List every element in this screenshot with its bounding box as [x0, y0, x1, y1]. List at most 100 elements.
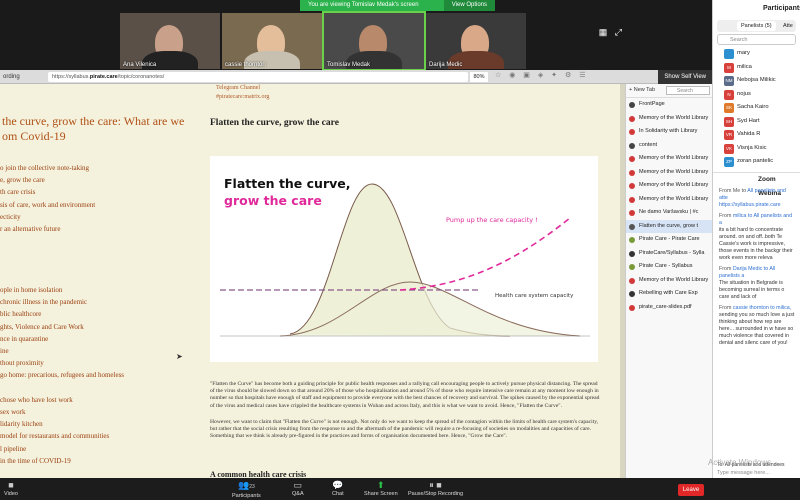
tab-search-input[interactable]: Search	[666, 86, 710, 95]
chat-link[interactable]: https://syllabus.pirate.care	[719, 202, 781, 208]
participants-panel: Participants Panelists (5) Atte Search m…	[712, 0, 800, 478]
tab-item[interactable]: Ne damo Varšavsku | #c	[626, 206, 712, 220]
tab-item[interactable]: Memory of the World Library	[626, 166, 712, 180]
toc-item[interactable]	[0, 235, 200, 247]
toc-item[interactable]: chronic illness in the pandemic	[0, 296, 200, 308]
extension-icons[interactable]: ☆ ◉ ▣ ◈ ✦ ⚙ ☰	[495, 71, 588, 79]
new-tab-button[interactable]: + New Tab	[629, 87, 655, 93]
toc-item[interactable]: in the time of COVID-19	[0, 455, 200, 467]
zoom-level[interactable]: 80%	[470, 72, 488, 82]
participants-count: 23	[249, 484, 255, 490]
chat-text: sending you so much love a just thinking…	[719, 311, 795, 346]
toc-item[interactable]: blic healthcore	[0, 308, 200, 320]
toc-item[interactable]: lidarity kitchen	[0, 418, 200, 430]
record-label: Pause/Stop Recording	[408, 491, 464, 497]
participant-name: Nebojsa Milikic	[737, 77, 776, 83]
record-button[interactable]: ⏸ ■ Pause/Stop Recording	[408, 480, 463, 497]
participant-row[interactable]: VK Visnja Kisic	[713, 142, 800, 156]
video-button[interactable]: ■ Video	[4, 480, 18, 497]
tab-item[interactable]: Pirate Care - Syllabus	[626, 260, 712, 274]
tab-list: FrontPage Memory of the World Library In S…	[626, 98, 712, 314]
video-tile[interactable]: Ana Vilenica	[120, 13, 220, 69]
tab-label: Pirate Care - Pirate Care	[639, 236, 700, 242]
toc-item[interactable]: th care crisis	[0, 186, 200, 198]
participant-row[interactable]: Mmilica	[713, 61, 800, 75]
toc-item[interactable]: thout proximity	[0, 357, 200, 369]
toc-item[interactable]	[0, 260, 200, 272]
web-page: the curve, grow the care: What are we om…	[0, 84, 625, 478]
article: Telegram Channel #piratecare:matrix.org …	[210, 84, 605, 478]
chat-text: its a bit hard to concentrate around. on…	[719, 226, 793, 261]
toc-item[interactable]: sex work	[0, 406, 200, 418]
telegram-link[interactable]: Telegram Channel	[216, 84, 605, 93]
fullscreen-icon[interactable]: ⤢	[615, 27, 622, 37]
gallery-view-icon[interactable]: ▦	[599, 27, 608, 37]
toc-item[interactable]: sis of care, work and environment	[0, 199, 200, 211]
participant-row[interactable]: VR Vahida R	[713, 128, 800, 142]
tab-item[interactable]: Rebelling with Care Exp	[626, 287, 712, 301]
tab-item[interactable]: content	[626, 139, 712, 153]
view-options-button[interactable]: View Options	[443, 0, 495, 11]
leave-button[interactable]: Leave	[678, 484, 704, 496]
favicon-icon	[629, 196, 635, 203]
tab-panelists[interactable]: Panelists (5)	[737, 21, 776, 31]
tab-item[interactable]: Memory of the World Library	[626, 152, 712, 166]
address-bar[interactable]: https://syllabus.pirate.care/topic/coron…	[48, 72, 468, 82]
video-tile-name: Darija Medic	[429, 62, 463, 68]
participant-row[interactable]: NM Nebojsa Milikic	[713, 74, 800, 88]
participant-row[interactable]: SH Syd Hart	[713, 115, 800, 129]
tab-item[interactable]: FrontPage	[626, 98, 712, 112]
favicon-icon	[629, 210, 635, 216]
tab-sidebar: + New Tab Search FrontPage Memory of the …	[625, 84, 712, 478]
tab-item[interactable]: Pirate Care - Pirate Care	[626, 233, 712, 247]
toc-item[interactable]: e, grow the care	[0, 174, 200, 186]
toc-item[interactable]: ople in home isolation	[0, 284, 200, 296]
toc-item[interactable]	[0, 382, 200, 394]
tab-item[interactable]: Memory of the World Library	[626, 193, 712, 207]
tab-item[interactable]: Memory of the World Library	[626, 274, 712, 288]
participant-name: nojus	[737, 90, 751, 97]
recording-label: ording	[3, 74, 20, 80]
toc-item[interactable]: o join the collective note-taking	[0, 162, 200, 174]
video-tile[interactable]: Darija Medic	[426, 13, 526, 69]
tab-item[interactable]: PirateCare/Syllabus - Sylla	[626, 247, 712, 261]
share-screen-button[interactable]: ⬆ Share Screen	[364, 480, 398, 497]
chat-button[interactable]: 💬 Chat	[332, 480, 344, 497]
tab-item[interactable]: Memory of the World Library	[626, 179, 712, 193]
toc-item[interactable]: ecticity	[0, 211, 200, 223]
toc-item[interactable]: ine	[0, 345, 200, 357]
toc-item[interactable]: r an alternative future	[0, 223, 200, 235]
tab-item[interactable]: In Solidarity with Library	[626, 125, 712, 139]
toc-item[interactable]	[0, 272, 200, 284]
tab-item[interactable]: Memory of the World Library	[626, 112, 712, 126]
participant-row[interactable]: SK Sacha Kairo	[713, 101, 800, 115]
url-path: /topic/coronanotes/	[117, 74, 165, 80]
toc-item[interactable]: ghts, Violence and Care Work	[0, 321, 200, 333]
video-tile[interactable]: cassie thornton	[222, 13, 322, 69]
qa-button[interactable]: ▭ Q&A	[292, 480, 304, 497]
toc-item[interactable]: go home: precarious, refugees and homele…	[0, 369, 200, 381]
show-self-view-button[interactable]: Show Self View	[658, 70, 712, 84]
toc-item[interactable]: chose who have lost work	[0, 394, 200, 406]
table-of-contents: the curve, grow the care: What are we om…	[0, 114, 200, 467]
participants-button[interactable]: 👥23 Participants	[232, 480, 261, 499]
participant-row[interactable]: Nnojus	[713, 88, 800, 102]
video-tile-active-speaker[interactable]: Tomislav Medak	[322, 11, 426, 71]
chat-input[interactable]: Type message here...	[717, 470, 770, 476]
figure-title-2: grow the care	[224, 193, 322, 208]
qa-label: Q&A	[292, 491, 304, 497]
toc-item[interactable]: l pipeline	[0, 443, 200, 455]
tab-attendees[interactable]: Atte	[779, 21, 797, 31]
tab-item[interactable]: pirate_care-slides.pdf	[626, 301, 712, 315]
participant-search-input[interactable]: Search	[717, 34, 796, 45]
toc-item[interactable]: nce in quarantine	[0, 333, 200, 345]
matrix-link[interactable]: #piratecare:matrix.org	[216, 93, 605, 102]
toc-item[interactable]	[0, 247, 200, 259]
window-controls: ▦ ⤢	[599, 27, 622, 38]
participant-row[interactable]: ZP zoran pantelic	[713, 155, 800, 169]
toc-item[interactable]: model for restaurants and communities	[0, 430, 200, 442]
participant-row[interactable]: mary	[713, 47, 800, 61]
tab-item[interactable]: Flatten the curve, grow t	[626, 219, 712, 233]
chat-from-label: From	[719, 304, 732, 311]
avatar: VR	[724, 130, 734, 140]
